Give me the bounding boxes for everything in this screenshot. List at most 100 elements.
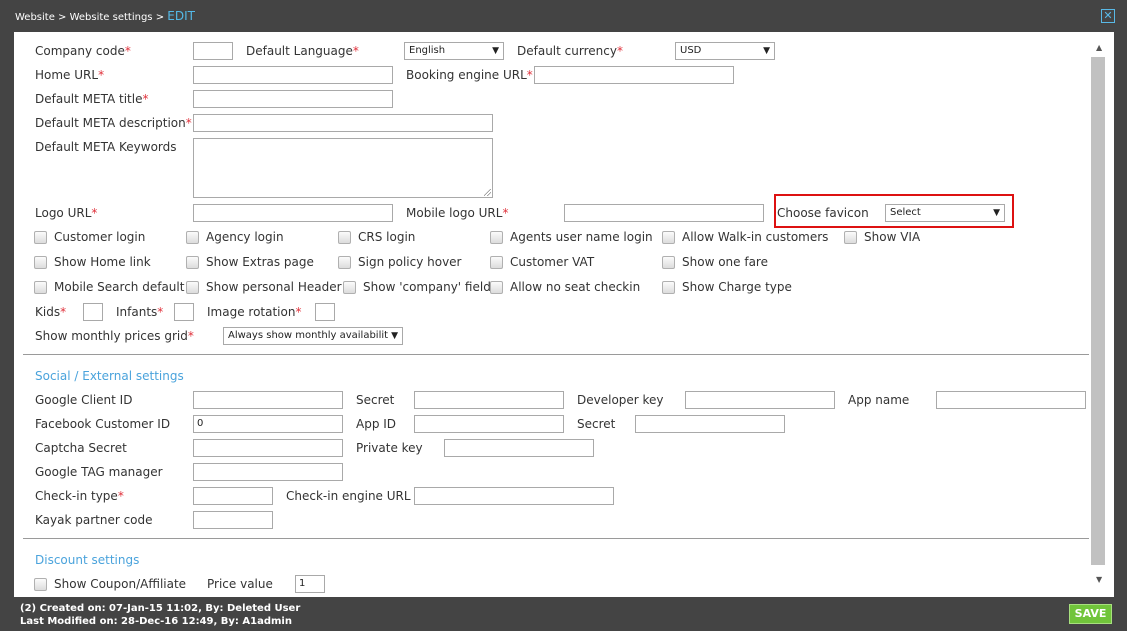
customer-login-checkbox[interactable] xyxy=(34,231,47,244)
google-client-id-label: Google Client ID xyxy=(35,393,133,407)
default-meta-description-label: Default META description* xyxy=(35,116,192,130)
private-key-label: Private key xyxy=(356,441,423,455)
default-currency-select[interactable]: USD ▼ xyxy=(675,42,775,60)
agency-login-checkbox[interactable] xyxy=(186,231,199,244)
show-via-checkbox[interactable] xyxy=(844,231,857,244)
breadcrumb-path: Website > Website settings > xyxy=(15,12,168,23)
crs-login-label: CRS login xyxy=(358,230,416,244)
chevron-down-icon: ▼ xyxy=(391,331,398,341)
allow-walkin-customers-checkbox[interactable] xyxy=(662,231,675,244)
scrollbar-thumb[interactable] xyxy=(1091,57,1105,565)
default-meta-description-input[interactable] xyxy=(193,114,493,132)
show-extras-page-checkbox[interactable] xyxy=(186,256,199,269)
show-one-fare-checkbox[interactable] xyxy=(662,256,675,269)
choose-favicon-select[interactable]: Select ▼ xyxy=(885,204,1005,222)
title-bar: Website > Website settings > EDIT ✕ xyxy=(0,0,1127,32)
logo-url-label: Logo URL* xyxy=(35,206,98,220)
captcha-secret-input[interactable] xyxy=(193,439,343,457)
show-home-link-label: Show Home link xyxy=(54,255,151,269)
sign-policy-hover-checkbox[interactable] xyxy=(338,256,351,269)
mobile-logo-url-input[interactable] xyxy=(564,204,764,222)
social-settings-heading: Social / External settings xyxy=(35,369,184,383)
show-monthly-prices-grid-label: Show monthly prices grid* xyxy=(35,329,194,343)
choose-favicon-label: Choose favicon xyxy=(777,206,869,220)
chevron-down-icon: ▼ xyxy=(492,46,499,56)
default-meta-keywords-textarea[interactable] xyxy=(193,138,493,198)
default-meta-title-input[interactable] xyxy=(193,90,393,108)
show-one-fare-label: Show one fare xyxy=(682,255,768,269)
default-language-label: Default Language* xyxy=(246,44,359,58)
price-value-input[interactable]: 1 xyxy=(295,575,325,593)
discount-settings-heading: Discount settings xyxy=(35,553,140,567)
close-icon[interactable]: ✕ xyxy=(1101,9,1115,23)
app-name-label: App name xyxy=(848,393,910,407)
app-id-input[interactable] xyxy=(414,415,564,433)
home-url-label: Home URL* xyxy=(35,68,105,82)
show-personal-header-checkbox[interactable] xyxy=(186,281,199,294)
show-home-link-checkbox[interactable] xyxy=(34,256,47,269)
show-extras-page-label: Show Extras page xyxy=(206,255,314,269)
settings-panel: Company code* Default Language* English ▼… xyxy=(14,32,1114,597)
show-monthly-prices-grid-select[interactable]: Always show monthly availabilit ▼ xyxy=(223,327,403,345)
app-id-label: App ID xyxy=(356,417,397,431)
checkin-type-input[interactable] xyxy=(193,487,273,505)
google-secret-input[interactable] xyxy=(414,391,564,409)
show-via-label: Show VIA xyxy=(864,230,921,244)
booking-engine-url-label: Booking engine URL* xyxy=(406,68,533,82)
facebook-customer-id-label: Facebook Customer ID xyxy=(35,417,171,431)
home-url-input[interactable] xyxy=(193,66,393,84)
company-code-label: Company code* xyxy=(35,44,131,58)
scroll-down-icon[interactable]: ▼ xyxy=(1096,575,1102,584)
divider xyxy=(23,354,1089,355)
divider xyxy=(23,538,1089,539)
show-personal-header-label: Show personal Header xyxy=(206,280,342,294)
kayak-partner-code-input[interactable] xyxy=(193,511,273,529)
show-charge-type-checkbox[interactable] xyxy=(662,281,675,294)
checkin-engine-url-input[interactable] xyxy=(414,487,614,505)
scroll-up-icon[interactable]: ▲ xyxy=(1096,43,1102,52)
default-currency-label: Default currency* xyxy=(517,44,623,58)
allow-no-seat-checkin-label: Allow no seat checkin xyxy=(510,280,641,294)
facebook-secret-input[interactable] xyxy=(635,415,785,433)
image-rotation-label: Image rotation* xyxy=(207,305,302,319)
show-coupon-affiliate-checkbox[interactable] xyxy=(34,578,47,591)
google-tag-manager-label: Google TAG manager xyxy=(35,465,163,479)
default-meta-title-label: Default META title* xyxy=(35,92,149,106)
customer-login-label: Customer login xyxy=(54,230,146,244)
captcha-secret-label: Captcha Secret xyxy=(35,441,127,455)
chevron-down-icon: ▼ xyxy=(763,46,770,56)
customer-vat-checkbox[interactable] xyxy=(490,256,503,269)
default-language-select[interactable]: English ▼ xyxy=(404,42,504,60)
agents-user-name-login-checkbox[interactable] xyxy=(490,231,503,244)
google-tag-manager-input[interactable] xyxy=(193,463,343,481)
mobile-search-default-label: Mobile Search default xyxy=(54,280,185,294)
breadcrumb-current: EDIT xyxy=(167,9,195,23)
kayak-partner-code-label: Kayak partner code xyxy=(35,513,153,527)
booking-engine-url-input[interactable] xyxy=(534,66,734,84)
resize-handle-icon[interactable] xyxy=(484,189,491,196)
private-key-input[interactable] xyxy=(444,439,594,457)
show-charge-type-label: Show Charge type xyxy=(682,280,792,294)
infants-label: Infants* xyxy=(116,305,164,319)
created-info: (2) Created on: 07-Jan-15 11:02, By: Del… xyxy=(20,603,301,614)
show-coupon-affiliate-label: Show Coupon/Affiliate xyxy=(54,577,187,591)
default-meta-keywords-label: Default META Keywords xyxy=(35,140,177,154)
show-company-field-checkbox[interactable] xyxy=(343,281,356,294)
mobile-search-default-checkbox[interactable] xyxy=(34,281,47,294)
developer-key-label: Developer key xyxy=(577,393,664,407)
company-code-input[interactable] xyxy=(193,42,233,60)
facebook-customer-id-input[interactable]: 0 xyxy=(193,415,343,433)
google-client-id-input[interactable] xyxy=(193,391,343,409)
price-value-label: Price value xyxy=(207,577,273,591)
show-company-field-label: Show 'company' field xyxy=(363,280,491,294)
image-rotation-input[interactable] xyxy=(315,303,335,321)
kids-input[interactable] xyxy=(83,303,103,321)
customer-vat-label: Customer VAT xyxy=(510,255,595,269)
crs-login-checkbox[interactable] xyxy=(338,231,351,244)
allow-no-seat-checkin-checkbox[interactable] xyxy=(490,281,503,294)
app-name-input[interactable] xyxy=(936,391,1086,409)
developer-key-input[interactable] xyxy=(685,391,835,409)
logo-url-input[interactable] xyxy=(193,204,393,222)
save-button[interactable]: SAVE xyxy=(1069,604,1112,624)
infants-input[interactable] xyxy=(174,303,194,321)
